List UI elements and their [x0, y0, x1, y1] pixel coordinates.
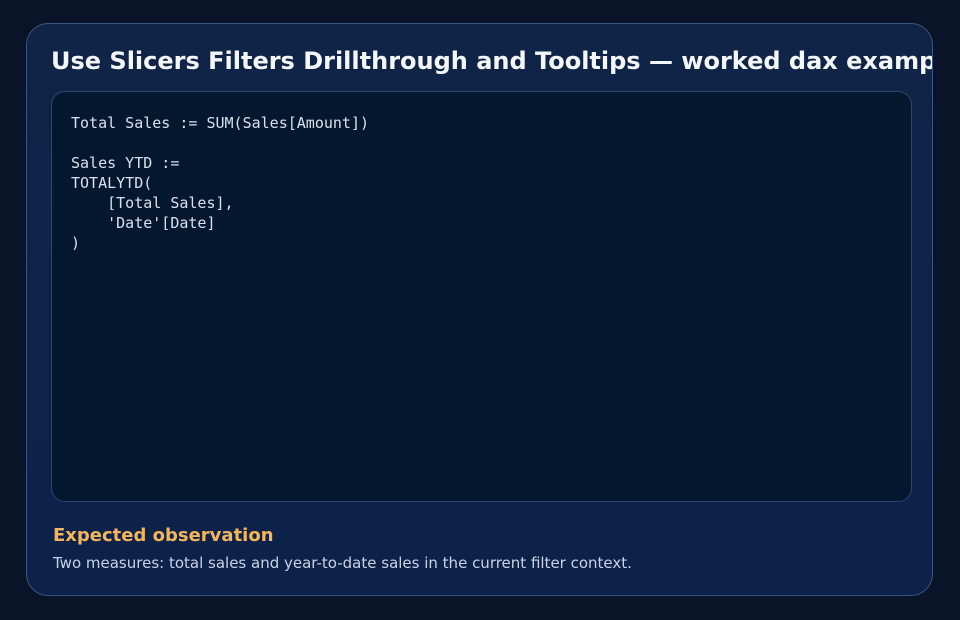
observation-text: Two measures: total sales and year-to-da…: [53, 554, 632, 572]
observation-heading: Expected observation: [53, 525, 274, 546]
dax-code: Total Sales := SUM(Sales[Amount]) Sales …: [71, 114, 370, 252]
example-card: Use Slicers Filters Drillthrough and Too…: [26, 23, 933, 596]
page-title: Use Slicers Filters Drillthrough and Too…: [51, 47, 933, 75]
code-block: Total Sales := SUM(Sales[Amount]) Sales …: [51, 91, 912, 502]
